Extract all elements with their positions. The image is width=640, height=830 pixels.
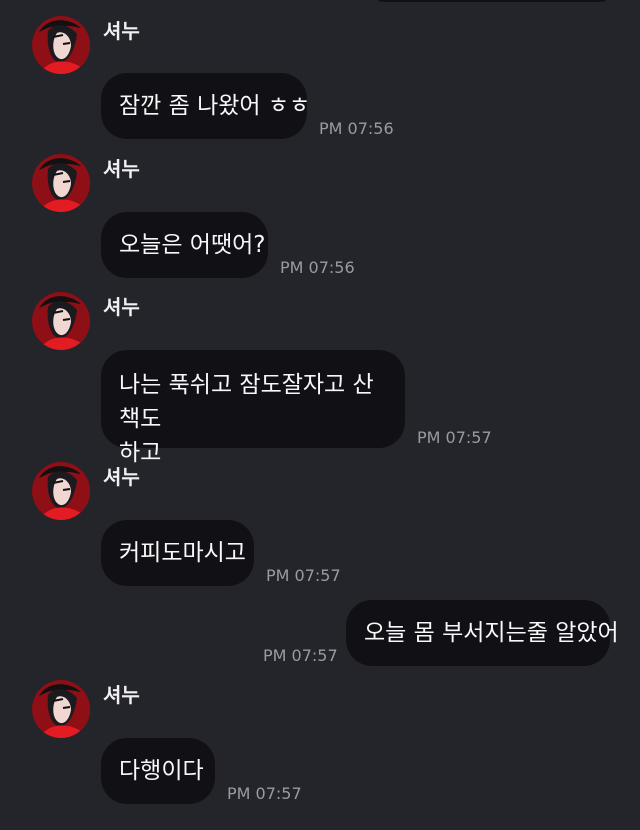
sender-avatar-icon[interactable] <box>32 292 90 350</box>
message-time: PM 07:56 <box>319 119 394 138</box>
message-bubble[interactable]: 잠깐 좀 나왔어 ㅎㅎ <box>101 73 311 139</box>
sender-name: 셔누 <box>103 683 140 707</box>
message-line: 나는 푹쉬고 잠도잘자고 산책도 <box>119 372 374 432</box>
message-time: PM 07:57 <box>263 646 338 665</box>
message-bubble[interactable]: 나는 푹쉬고 잠도잘자고 산책도 하고 <box>101 350 405 466</box>
profile-photo-icon <box>32 680 90 738</box>
message-text: 오늘 몸 부서지는줄 알았어 <box>364 620 619 646</box>
message-text: 잠깐 좀 나왔어 ㅎㅎ <box>119 93 311 119</box>
profile-photo-icon <box>32 16 90 74</box>
sender-name: 셔누 <box>103 19 140 43</box>
message-bubble[interactable]: 오늘 몸 부서지는줄 알았어 <box>346 600 619 666</box>
sender-name: 셔누 <box>103 157 140 181</box>
message-bubble[interactable]: 오늘은 어땟어? <box>101 212 268 278</box>
sender-avatar-icon[interactable] <box>32 16 90 74</box>
profile-photo-icon <box>32 154 90 212</box>
message-bubble[interactable]: 다행이다 <box>101 738 215 804</box>
sender-avatar-icon[interactable] <box>32 680 90 738</box>
message-text: 커피도마시고 <box>119 540 246 566</box>
sender-avatar-icon[interactable] <box>32 462 90 520</box>
profile-photo-icon <box>32 292 90 350</box>
message-time: PM 07:57 <box>417 428 492 447</box>
message-text: 다행이다 <box>119 758 204 784</box>
message-time: PM 07:57 <box>227 784 302 803</box>
message-bubble[interactable]: 커피도마시고 <box>101 520 254 586</box>
message-text: 나는 푹쉬고 잠도잘자고 산책도 하고 <box>119 368 387 470</box>
sender-name: 셔누 <box>103 465 140 489</box>
message-time: PM 07:57 <box>266 566 341 585</box>
sender-name: 셔누 <box>103 295 140 319</box>
message-line: 하고 <box>119 440 162 466</box>
message-time: PM 07:56 <box>280 258 355 277</box>
message-text: 오늘은 어땟어? <box>119 232 266 258</box>
profile-photo-icon <box>32 462 90 520</box>
chat-message-list[interactable]: 셔누 잠깐 좀 나왔어 ㅎㅎ PM 07:56 셔누 오늘은 어땟어? PM 0… <box>0 0 640 830</box>
sender-avatar-icon[interactable] <box>32 154 90 212</box>
